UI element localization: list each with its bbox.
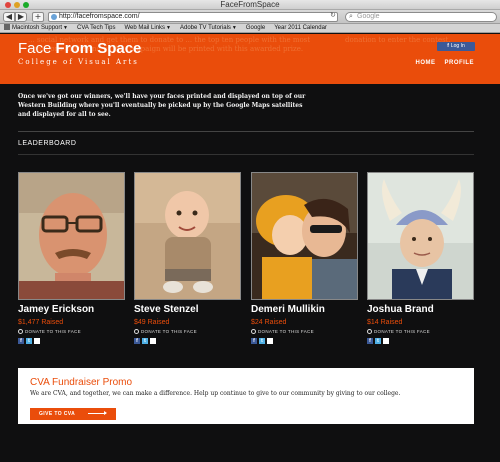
nav-profile[interactable]: PROFILE xyxy=(444,59,474,67)
share-icons: f t xyxy=(251,338,358,344)
bookmark-item[interactable]: CVA Tech Tips xyxy=(77,24,115,33)
window-titlebar: FaceFromSpace xyxy=(0,0,500,10)
share-icons: f t xyxy=(134,338,241,344)
logo-space-text: From Space xyxy=(55,40,142,57)
donate-link[interactable]: DONATE TO THIS FACE xyxy=(18,328,125,335)
forward-arrow-icon: ▶ xyxy=(17,12,25,21)
give-to-cva-button[interactable]: GIVE TO CVA xyxy=(30,408,116,420)
chevron-down-icon: ▼ xyxy=(63,24,68,31)
chevron-down-icon: ▼ xyxy=(231,24,237,31)
twitter-icon[interactable]: t xyxy=(375,338,381,344)
amount-raised: $24 Raised xyxy=(251,319,287,326)
profile-photo[interactable] xyxy=(367,172,474,300)
person-name[interactable]: Steve Stenzel xyxy=(134,304,241,316)
email-icon[interactable] xyxy=(34,338,40,344)
facebook-icon[interactable]: f xyxy=(251,338,257,344)
amount-raised: $14 Raised xyxy=(367,319,403,326)
facebook-icon[interactable]: f xyxy=(18,338,24,344)
email-icon[interactable] xyxy=(150,338,156,344)
chevron-down-icon: ▼ xyxy=(166,24,171,31)
twitter-icon[interactable]: t xyxy=(259,338,265,344)
back-arrow-icon: ◀ xyxy=(5,12,13,21)
plus-icon: + xyxy=(34,12,42,21)
reload-icon[interactable]: ↻ xyxy=(330,11,336,19)
page-content: ... social network and get them to donat… xyxy=(0,34,500,462)
intro-text: Once we've got our winners, we'll have y… xyxy=(18,93,306,118)
profile-photo[interactable] xyxy=(134,172,241,300)
leaderboard-title: LEADERBOARD xyxy=(18,140,77,147)
twitter-icon[interactable]: t xyxy=(26,338,32,344)
fundraiser-promo: CVA Fundraiser Promo We are CVA, and tog… xyxy=(18,368,474,424)
leaderboard-card: Steve Stenzel $49 Raised DONATE TO THIS … xyxy=(134,172,241,344)
person-name[interactable]: Joshua Brand xyxy=(367,304,474,316)
top-nav: HOME PROFILE xyxy=(415,59,474,67)
share-icons: f t xyxy=(18,338,125,344)
share-icons: f t xyxy=(367,338,474,344)
leaderboard-card: Jamey Erickson $1,477 Raised DONATE TO T… xyxy=(18,172,125,344)
profile-photo[interactable] xyxy=(18,172,125,300)
arrow-right-icon xyxy=(88,411,107,415)
promo-text: We are CVA, and together, we can make a … xyxy=(30,390,401,397)
donate-link[interactable]: DONATE TO THIS FACE xyxy=(251,328,358,335)
back-button[interactable]: ◀ xyxy=(3,12,15,22)
promo-title: CVA Fundraiser Promo xyxy=(30,377,133,388)
site-header: ... social network and get them to donat… xyxy=(0,34,500,84)
facebook-login-button[interactable]: f Log In xyxy=(437,42,475,51)
profile-photo[interactable] xyxy=(251,172,358,300)
leaderboard-card: Joshua Brand $14 Raised DONATE TO THIS F… xyxy=(367,172,474,344)
email-icon[interactable] xyxy=(267,338,273,344)
address-bar[interactable]: http://facefromspace.com/ xyxy=(48,12,338,22)
bookmark-icon xyxy=(4,23,10,30)
browser-toolbar: ◀ ▶ + http://facefromspace.com/ ↻ ⌕ Goog… xyxy=(0,10,500,24)
bookmark-item[interactable]: Web Mail Links▼ xyxy=(124,24,171,33)
bookmark-item[interactable]: Adobe TV Tutorials▼ xyxy=(180,24,237,33)
bookmark-item[interactable]: Year 2011 Calendar xyxy=(274,24,327,33)
email-icon[interactable] xyxy=(383,338,389,344)
divider xyxy=(18,154,474,155)
twitter-icon[interactable]: t xyxy=(142,338,148,344)
forward-button[interactable]: ▶ xyxy=(15,12,27,22)
bookmark-item[interactable]: Macintosh Support▼ xyxy=(4,23,68,33)
logo-subtitle: College of Visual Arts xyxy=(18,58,139,66)
add-bookmark-button[interactable]: + xyxy=(32,12,44,22)
facebook-icon[interactable]: f xyxy=(134,338,140,344)
address-text: http://facefromspace.com/ xyxy=(59,13,140,20)
logo-face-text: Face xyxy=(18,40,52,57)
nav-home[interactable]: HOME xyxy=(415,59,435,67)
window-title: FaceFromSpace xyxy=(220,0,280,9)
person-name[interactable]: Demeri Mullikin xyxy=(251,304,358,316)
arrow-circle-icon xyxy=(251,329,256,334)
search-placeholder: Google xyxy=(357,13,380,20)
search-icon: ⌕ xyxy=(349,13,353,20)
donate-link[interactable]: DONATE TO THIS FACE xyxy=(367,328,474,335)
bookmark-item[interactable]: Google xyxy=(246,24,265,33)
amount-raised: $1,477 Raised xyxy=(18,319,64,326)
search-input[interactable]: ⌕ Google xyxy=(345,12,497,22)
leaderboard-card: Demeri Mullikin $24 Raised DONATE TO THI… xyxy=(251,172,358,344)
divider xyxy=(18,131,474,132)
arrow-circle-icon xyxy=(367,329,372,334)
bookmarks-bar: Macintosh Support▼ CVA Tech Tips Web Mai… xyxy=(0,23,500,33)
facebook-icon: f xyxy=(447,43,449,49)
donate-link[interactable]: DONATE TO THIS FACE xyxy=(134,328,241,335)
arrow-circle-icon xyxy=(18,329,23,334)
arrow-circle-icon xyxy=(134,329,139,334)
person-name[interactable]: Jamey Erickson xyxy=(18,304,125,316)
site-logo[interactable]: Face From Space College of Visual Arts xyxy=(18,40,141,67)
amount-raised: $49 Raised xyxy=(134,319,170,326)
facebook-icon[interactable]: f xyxy=(367,338,373,344)
globe-icon xyxy=(51,14,57,20)
